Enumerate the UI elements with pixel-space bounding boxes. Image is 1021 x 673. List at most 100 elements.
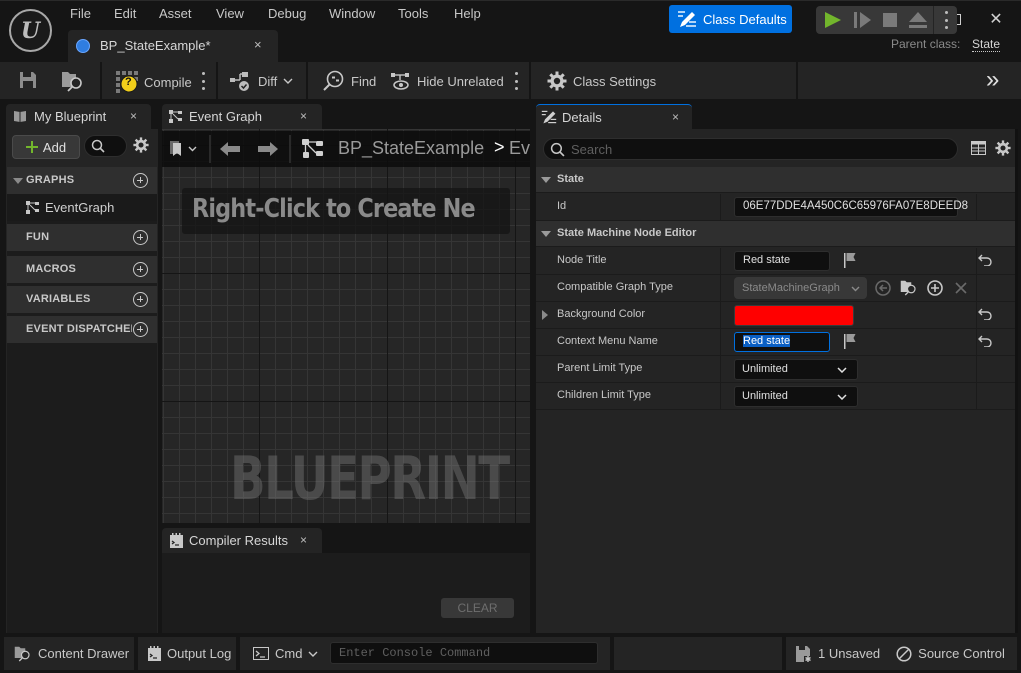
section-variables[interactable]: VARIABLES <box>7 286 157 313</box>
output-log-button[interactable]: Output Log <box>138 637 236 670</box>
category-state-machine-node-editor[interactable]: State Machine Node Editor <box>536 221 1015 247</box>
localization-flag-icon[interactable] <box>844 252 858 268</box>
cmd-label: Cmd <box>275 646 303 661</box>
gear-icon <box>547 71 567 91</box>
tab-compiler-results[interactable]: Compiler Results × <box>162 528 322 553</box>
back-arrow-icon[interactable] <box>220 141 240 157</box>
expand-arrow-icon[interactable] <box>542 310 548 320</box>
stop-button[interactable] <box>883 13 897 27</box>
edit-details-icon <box>678 11 696 27</box>
property-matrix-button[interactable] <box>971 141 986 155</box>
forward-arrow-icon[interactable] <box>258 141 278 157</box>
add-function-button[interactable] <box>133 230 148 245</box>
reset-to-default-icon[interactable] <box>978 254 992 266</box>
close-icon[interactable]: × <box>300 109 307 123</box>
children-limit-type-combo[interactable]: Unlimited <box>734 386 858 407</box>
menu-asset[interactable]: Asset <box>159 6 192 24</box>
diff-button[interactable]: Diff <box>230 68 293 94</box>
id-field[interactable]: 06E77DDE4A450C6C65976FA07E8DEED8 <box>734 197 968 217</box>
menu-help[interactable]: Help <box>454 6 481 24</box>
tab-my-blueprint[interactable]: My Blueprint × <box>6 104 151 129</box>
add-macro-button[interactable] <box>133 262 148 277</box>
category-state[interactable]: State <box>536 167 1015 193</box>
graph-options-button[interactable] <box>514 72 518 90</box>
list-item-eventgraph[interactable]: EventGraph <box>7 194 157 221</box>
document-tab[interactable]: BP_StateExample* × <box>68 30 278 62</box>
section-functions[interactable]: FUN <box>7 224 157 251</box>
list-item-label: EventGraph <box>45 200 115 215</box>
property-label: Parent Limit Type <box>557 362 643 374</box>
localization-flag-icon[interactable] <box>844 333 858 349</box>
details-settings-button[interactable] <box>995 140 1011 156</box>
source-control-button[interactable]: Source Control <box>896 645 1005 662</box>
compile-options-button[interactable] <box>201 72 205 90</box>
play-button[interactable] <box>824 12 842 28</box>
save-icon <box>20 72 36 88</box>
add-circle-icon[interactable] <box>927 280 943 296</box>
menu-view[interactable]: View <box>216 6 244 24</box>
details-search[interactable] <box>543 138 958 160</box>
section-graphs[interactable]: GRAPHS <box>7 167 157 194</box>
compile-button[interactable]: ? Compile <box>116 69 192 95</box>
eject-button[interactable] <box>909 12 927 28</box>
menu-file[interactable]: File <box>70 6 91 24</box>
unreal-logo-icon[interactable]: U <box>9 9 52 52</box>
section-event-dispatchers[interactable]: EVENT DISPATCHERS <box>7 316 157 343</box>
close-icon[interactable]: × <box>672 110 679 124</box>
close-icon[interactable]: × <box>130 109 137 123</box>
tab-details[interactable]: Details × <box>536 104 692 129</box>
menu-window[interactable]: Window <box>329 6 375 24</box>
my-blueprint-settings-button[interactable] <box>133 137 149 153</box>
console-command-input[interactable] <box>339 645 589 661</box>
add-label: Add <box>42 139 67 155</box>
menu-debug[interactable]: Debug <box>268 6 306 24</box>
use-selected-icon[interactable] <box>875 280 891 296</box>
menu-tools[interactable]: Tools <box>398 6 428 24</box>
unsaved-button[interactable]: 1 Unsaved <box>796 645 880 662</box>
content-drawer-button[interactable]: Content Drawer <box>4 637 134 670</box>
compatible-graph-type-combo[interactable]: StateMachineGraph <box>734 277 867 299</box>
details-search-input[interactable] <box>571 141 941 157</box>
toolbar-overflow-button[interactable]: » <box>986 68 999 92</box>
background-color-swatch[interactable] <box>734 305 854 326</box>
browse-button[interactable] <box>61 70 85 92</box>
close-window-button[interactable]: ✕ <box>986 10 1006 30</box>
find-button[interactable]: Find <box>323 68 376 94</box>
clear-button[interactable]: CLEAR <box>441 598 514 618</box>
clear-x-icon[interactable] <box>955 282 967 294</box>
class-settings-button[interactable]: Class Settings <box>547 68 656 94</box>
reset-to-default-icon[interactable] <box>978 335 992 347</box>
reset-to-default-icon[interactable] <box>978 308 992 320</box>
add-button[interactable]: Add <box>12 135 80 159</box>
add-variable-button[interactable] <box>133 292 148 307</box>
play-options-button[interactable] <box>944 11 948 29</box>
save-button[interactable] <box>19 71 37 89</box>
section-macros[interactable]: MACROS <box>7 256 157 283</box>
step-button[interactable] <box>854 12 872 28</box>
my-blueprint-search[interactable] <box>84 135 127 157</box>
parent-class-link[interactable]: State <box>972 37 1001 52</box>
hide-unrelated-button[interactable]: Hide Unrelated <box>391 68 504 94</box>
breadcrumb-separator: > <box>494 137 505 157</box>
property-row-id: Id 06E77DDE4A450C6C65976FA07E8DEED8 <box>536 194 1015 221</box>
bookmarks-button[interactable] <box>170 141 197 156</box>
context-menu-name-field[interactable]: Red state <box>734 332 830 352</box>
browse-folder-icon[interactable] <box>900 279 918 296</box>
nav-separator <box>289 135 291 163</box>
breadcrumb-graph[interactable]: Ev <box>509 138 530 159</box>
parent-limit-type-combo[interactable]: Unlimited <box>734 359 858 380</box>
class-defaults-button[interactable]: Class Defaults <box>669 5 792 33</box>
close-icon[interactable]: × <box>300 533 307 547</box>
cmd-selector[interactable]: Cmd <box>253 646 318 661</box>
menu-edit[interactable]: Edit <box>114 6 136 24</box>
breadcrumb-blueprint[interactable]: BP_StateExample <box>338 138 484 159</box>
details-scrollbar[interactable] <box>1015 129 1018 633</box>
add-graph-button[interactable] <box>133 173 148 188</box>
tab-event-graph[interactable]: Event Graph × <box>162 104 322 129</box>
property-label: Context Menu Name <box>557 335 658 347</box>
node-title-field[interactable]: Red state <box>734 251 830 271</box>
close-icon[interactable]: × <box>254 37 262 52</box>
play-controls <box>816 6 957 34</box>
add-event-dispatcher-button[interactable] <box>133 322 148 337</box>
console-command-field[interactable] <box>330 642 598 664</box>
